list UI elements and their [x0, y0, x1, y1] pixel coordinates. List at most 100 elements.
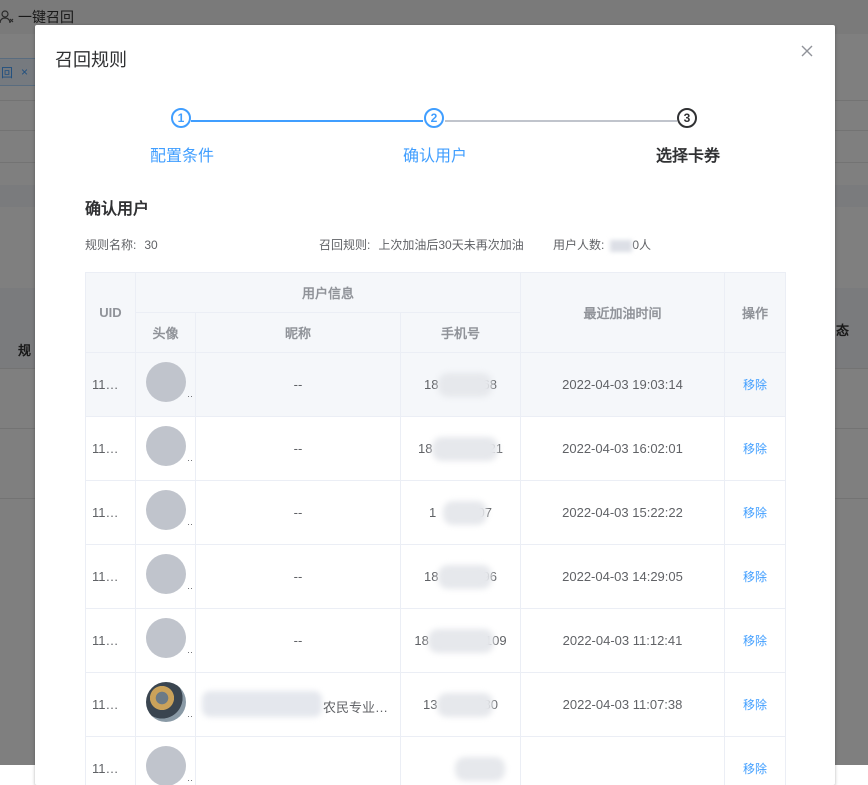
- nickname-text: 农民专业…: [323, 697, 388, 716]
- action-cell: 移除: [725, 417, 786, 481]
- uid-cell: 11…: [86, 545, 136, 609]
- remove-button[interactable]: 移除: [743, 378, 767, 392]
- uid-cell: 11…: [86, 417, 136, 481]
- user-count-key: 用户人数:: [553, 238, 604, 252]
- user-count-info: 用户人数: 0人: [553, 236, 651, 253]
- last-refuel-cell: 2022-04-03 19:03:14: [521, 353, 725, 417]
- step-1-icon: 1: [171, 108, 191, 128]
- nickname-cell: 农民专业…: [196, 673, 401, 737]
- remove-button[interactable]: 移除: [743, 634, 767, 648]
- rule-name-info: 规则名称:30: [85, 236, 158, 253]
- header-phone: 手机号: [401, 313, 521, 353]
- remove-button[interactable]: 移除: [743, 698, 767, 712]
- header-user-info: 用户信息: [136, 273, 521, 313]
- close-icon[interactable]: [799, 43, 815, 59]
- last-refuel-cell: 2022-04-03 16:02:01: [521, 417, 725, 481]
- action-cell: 移除: [725, 545, 786, 609]
- last-refuel-cell: 2022-04-03 11:07:38: [521, 673, 725, 737]
- phone-mask: [432, 437, 498, 461]
- remove-button[interactable]: 移除: [743, 506, 767, 520]
- nickname-cell: --: [196, 545, 401, 609]
- avatar-overflow-dots: ··: [187, 519, 193, 529]
- uid-cell: 11…: [86, 673, 136, 737]
- action-cell: 移除: [725, 673, 786, 737]
- table-row: 11…··--18962022-04-03 14:29:05移除: [86, 545, 786, 609]
- table-row: 11… ··--18212022-04-03 16:02:01 移除: [86, 417, 786, 481]
- avatar-cell: ··: [136, 545, 196, 609]
- header-avatar: 头像: [136, 313, 196, 353]
- avatar: [146, 362, 186, 402]
- avatar-overflow-dots: ··: [187, 583, 193, 593]
- avatar-overflow-dots: ··: [187, 711, 193, 721]
- dialog-title: 召回规则: [55, 46, 127, 72]
- blurred-nickname: [202, 691, 322, 717]
- avatar: [146, 746, 186, 785]
- table-row: 11…··--10072022-04-03 15:22:22移除: [86, 481, 786, 545]
- uid-cell: 11…: [86, 353, 136, 417]
- nickname-cell: --: [196, 609, 401, 673]
- phone-prefix: 18: [424, 377, 438, 392]
- avatar-cell: ··: [136, 481, 196, 545]
- uid-cell: 11…: [86, 609, 136, 673]
- nickname-cell: --: [196, 353, 401, 417]
- action-cell: 移除: [725, 737, 786, 785]
- steps: 1 配置条件 2 确认用户 3 选择卡券: [35, 108, 835, 168]
- phone-cell: [401, 737, 521, 785]
- phone-mask: [443, 501, 487, 525]
- recall-rule-info: 召回规则:上次加油后30天未再次加油: [319, 236, 524, 253]
- table-row: 11…··--18682022-04-03 19:03:14移除: [86, 353, 786, 417]
- avatar: [146, 426, 186, 466]
- avatar-overflow-dots: ··: [187, 775, 193, 785]
- avatar-cell: ··: [136, 673, 196, 737]
- last-refuel-cell: 2022-04-03 15:22:22: [521, 481, 725, 545]
- nickname-cell: --: [196, 481, 401, 545]
- step-3-label: 选择卡券: [656, 142, 720, 166]
- phone-cell: 1380: [401, 673, 521, 737]
- phone-prefix: 18: [424, 569, 438, 584]
- step-connector-1: [191, 120, 423, 122]
- table-row: 11… ·· 移除: [86, 737, 786, 785]
- phone-mask: [438, 565, 492, 589]
- avatar: [146, 682, 186, 722]
- rule-name-value: 30: [144, 238, 157, 252]
- step-2-label: 确认用户: [403, 142, 467, 166]
- blurred-count: [610, 240, 632, 252]
- users-table: UID 用户信息 最近加油时间 操作 头像 昵称 手机号 11…··--1868…: [85, 272, 785, 785]
- remove-button[interactable]: 移除: [743, 762, 767, 776]
- phone-prefix: 1: [429, 505, 436, 520]
- step-3-icon: 3: [677, 108, 697, 128]
- uid-cell: 11…: [86, 737, 136, 785]
- nickname-cell: --: [196, 417, 401, 481]
- header-action: 操作: [725, 273, 786, 353]
- avatar-overflow-dots: ··: [187, 647, 193, 657]
- phone-mask: [455, 757, 505, 781]
- last-refuel-cell: [521, 737, 725, 785]
- last-refuel-cell: 2022-04-03 14:29:05: [521, 545, 725, 609]
- table-row: 11…··--181092022-04-03 11:12:41移除: [86, 609, 786, 673]
- avatar: [146, 490, 186, 530]
- phone-prefix: 13: [423, 697, 437, 712]
- avatar-overflow-dots: ··: [187, 455, 193, 465]
- phone-cell: 18109: [401, 609, 521, 673]
- avatar-cell: ··: [136, 417, 196, 481]
- remove-button[interactable]: 移除: [743, 442, 767, 456]
- avatar-overflow-dots: ··: [187, 391, 193, 401]
- phone-mask: [438, 373, 492, 397]
- remove-button[interactable]: 移除: [743, 570, 767, 584]
- step-1-label: 配置条件: [150, 142, 214, 166]
- header-uid: UID: [86, 273, 136, 353]
- recall-rule-value: 上次加油后30天未再次加油: [378, 238, 523, 252]
- user-count-suffix: 0人: [632, 238, 651, 252]
- action-cell: 移除: [725, 481, 786, 545]
- phone-mask: [428, 629, 494, 653]
- recall-rule-dialog: 召回规则 1 配置条件 2 确认用户 3 选择卡券 确认用户 规则名称:30 召…: [35, 25, 835, 785]
- step-connector-2: [445, 120, 677, 122]
- header-nickname: 昵称: [196, 313, 401, 353]
- step-2-icon: 2: [424, 108, 444, 128]
- avatar: [146, 554, 186, 594]
- phone-cell: 1821: [401, 417, 521, 481]
- avatar-cell: ··: [136, 609, 196, 673]
- action-cell: 移除: [725, 353, 786, 417]
- avatar-cell: ··: [136, 737, 196, 785]
- avatar: [146, 618, 186, 658]
